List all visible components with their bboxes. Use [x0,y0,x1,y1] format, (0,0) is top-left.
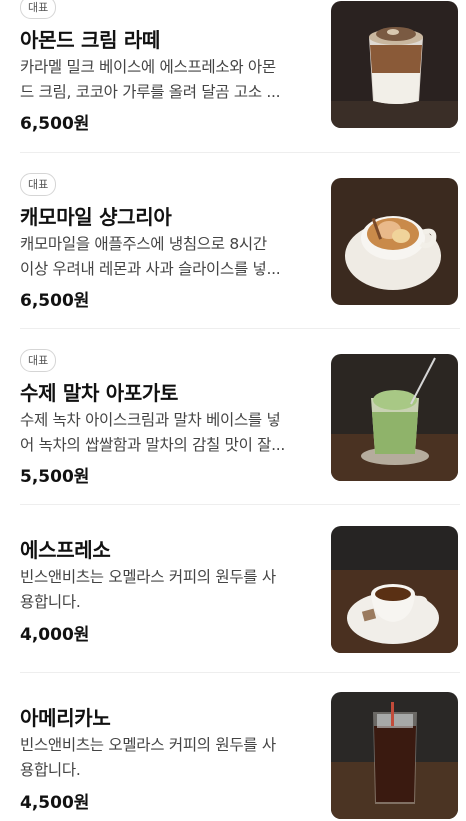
menu-item-name: 캐모마일 샹그리아 [20,205,172,229]
signature-badge: 대표 [20,0,57,19]
description-line-1: 캐모마일을 애플주스에 냉침으로 8시간 [20,235,267,253]
menu-item-price: 6,500원 [20,114,90,134]
divider [20,672,460,673]
description-line-1: 카라멜 밀크 베이스에 에스프레소와 아몬 [20,58,276,76]
menu-item-description: 빈스앤비츠는 오멜라스 커피의 원두를 사 용합니다. [20,733,312,783]
divider [20,152,460,153]
menu-item[interactable]: 대표 수제 말차 아포가토 수제 녹차 아이스크림과 말차 베이스를 넣 어 녹… [0,344,466,504]
menu-item-name: 아몬드 크림 라떼 [20,28,161,52]
menu-item[interactable]: 에스프레소 빈스앤비츠는 오멜라스 커피의 원두를 사 용합니다. 4,000원 [0,520,466,672]
description-line-1: 빈스앤비츠는 오멜라스 커피의 원두를 사 [20,568,276,586]
menu-item[interactable]: 대표 캐모마일 샹그리아 캐모마일을 애플주스에 냉침으로 8시간 이상 우려내… [0,168,466,328]
almond-cream-latte-photo [331,1,458,128]
menu-item[interactable]: 아메리카노 빈스앤비츠는 오멜라스 커피의 원두를 사 용합니다. 4,500원 [0,688,466,821]
menu-item-description: 카라멜 밀크 베이스에 에스프레소와 아몬 드 크림, 코코아 가루를 올려 달… [20,55,312,105]
signature-badge: 대표 [20,349,57,372]
menu-item-price: 5,500원 [20,467,90,487]
menu-item-name: 수제 말차 아포가토 [20,381,179,405]
divider [20,328,460,329]
description-line-2: 이상 우려내 레몬과 사과 슬라이스를 넣... [20,260,281,278]
menu-item-price: 4,000원 [20,625,90,645]
description-line-2: 어 녹차의 쌉쌀함과 말차의 감칠 맛이 잘... [20,436,286,454]
menu-item-price: 6,500원 [20,291,90,311]
description-line-1: 빈스앤비츠는 오멜라스 커피의 원두를 사 [20,736,276,754]
divider [20,504,460,505]
menu-item-name: 에스프레소 [20,538,111,562]
matcha-affogato-photo [331,354,458,481]
description-line-2: 드 크림, 코코아 가루를 올려 달곰 고소 ... [20,83,281,101]
menu-item-description: 캐모마일을 애플주스에 냉침으로 8시간 이상 우려내 레몬과 사과 슬라이스를… [20,232,312,282]
description-line-2: 용합니다. [20,761,81,779]
chamomile-sangria-photo [331,178,458,305]
signature-badge: 대표 [20,173,57,196]
americano-photo [331,692,458,819]
menu-item-description: 빈스앤비츠는 오멜라스 커피의 원두를 사 용합니다. [20,565,312,615]
espresso-photo [331,526,458,653]
menu-item-name: 아메리카노 [20,706,111,730]
description-line-2: 용합니다. [20,593,81,611]
description-line-1: 수제 녹차 아이스크림과 말차 베이스를 넣 [20,411,281,429]
menu-item[interactable]: 대표 아몬드 크림 라떼 카라멜 밀크 베이스에 에스프레소와 아몬 드 크림,… [0,0,466,150]
menu-item-description: 수제 녹차 아이스크림과 말차 베이스를 넣 어 녹차의 쌉쌀함과 말차의 감칠… [20,408,312,458]
menu-item-price: 4,500원 [20,793,90,813]
